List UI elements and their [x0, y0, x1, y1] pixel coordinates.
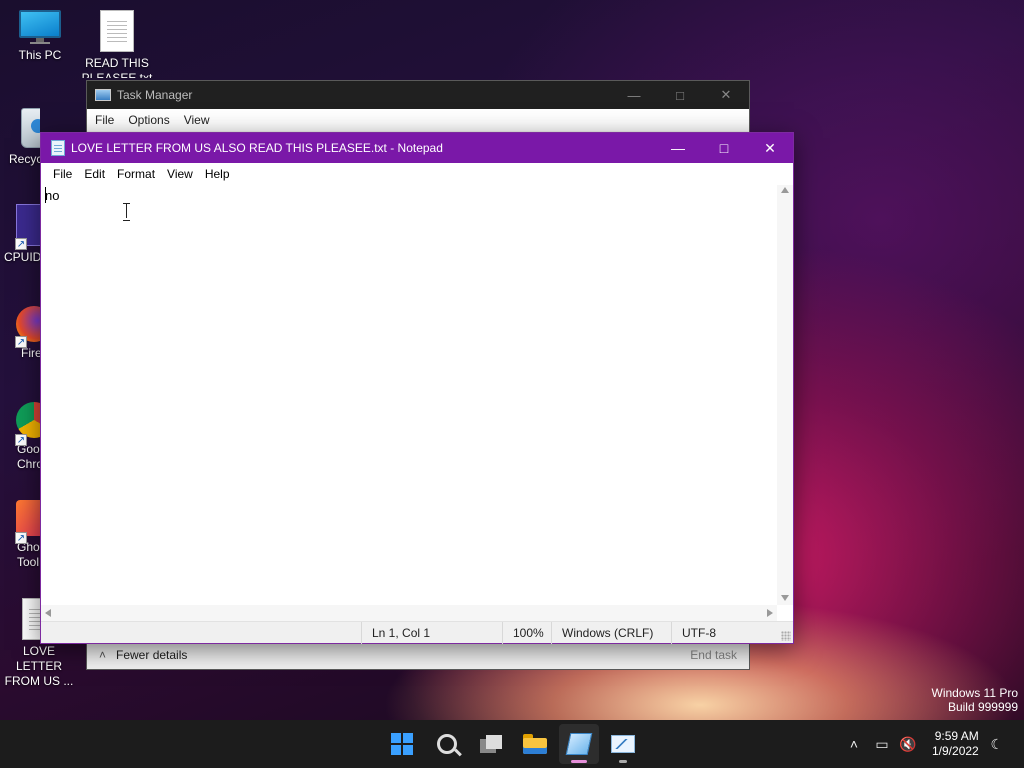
text-caret: [45, 187, 46, 203]
desktop-icon-label: READ THIS PLEASEE.txt: [81, 56, 153, 78]
status-zoom: 100%: [502, 621, 551, 644]
menu-format[interactable]: Format: [111, 167, 161, 181]
status-position: Ln 1, Col 1: [361, 621, 502, 644]
menu-options[interactable]: Options: [128, 113, 169, 127]
desktop-icon-firefox[interactable]: Fire: [0, 306, 40, 361]
notifications-moon-icon[interactable]: ☾: [987, 734, 1007, 754]
search-icon: [437, 734, 457, 754]
recycle-bin-icon: [21, 108, 40, 148]
notepad-menu-bar: File Edit Format View Help: [41, 163, 793, 185]
start-icon: [391, 733, 413, 755]
task-manager-title: Task Manager: [117, 88, 193, 102]
network-icon[interactable]: ▭: [872, 734, 892, 754]
horizontal-scrollbar[interactable]: [41, 605, 777, 621]
notepad-icon: [565, 733, 593, 755]
windows-watermark: Windows 11 Pro Build 999999: [932, 686, 1018, 714]
task-manager-icon: [611, 735, 635, 753]
task-manager-menu-bar: File Options View: [87, 109, 749, 131]
desktop-icon-label: CPUID: [4, 250, 40, 264]
notepad-icon: [51, 140, 65, 156]
menu-file[interactable]: File: [95, 113, 114, 127]
search-button[interactable]: [427, 724, 467, 764]
desktop-icon-this-pc[interactable]: This PC: [0, 10, 80, 63]
watermark-build: Build 999999: [947, 700, 1018, 714]
scroll-up-arrow-icon[interactable]: [781, 187, 789, 193]
scroll-down-arrow-icon[interactable]: [781, 595, 789, 601]
maximize-button[interactable]: □: [657, 81, 703, 109]
desktop-icon-recycle-bin[interactable]: Recyc: [0, 108, 40, 167]
clock[interactable]: 9:59 AM 1/9/2022: [932, 729, 979, 759]
menu-help[interactable]: Help: [199, 167, 236, 181]
active-indicator: [571, 760, 587, 763]
task-manager-title-bar[interactable]: Task Manager — □ ✕: [87, 81, 749, 109]
minimize-button[interactable]: —: [655, 133, 701, 163]
watermark-edition: Windows 11 Pro: [931, 686, 1018, 700]
end-task-button[interactable]: End task: [690, 648, 737, 662]
status-line-ending: Windows (CRLF): [551, 621, 671, 644]
chevron-up-icon[interactable]: ˄: [844, 734, 864, 754]
text-editor-area[interactable]: no: [41, 185, 777, 605]
menu-view[interactable]: View: [184, 113, 210, 127]
menu-file[interactable]: File: [47, 167, 78, 181]
taskbar: ˄ ▭ 🔇 9:59 AM 1/9/2022 ☾: [0, 720, 1024, 768]
scroll-right-arrow-icon[interactable]: [767, 609, 773, 617]
clock-time: 9:59 AM: [934, 729, 979, 743]
shortcut-arrow-icon: ↗: [15, 238, 27, 250]
editor-content: no: [45, 188, 60, 203]
file-explorer-button[interactable]: [515, 724, 555, 764]
status-bar: Ln 1, Col 1 100% Windows (CRLF) UTF-8: [41, 621, 793, 644]
running-indicator: [619, 760, 627, 763]
text-file-icon: [100, 10, 134, 52]
file-explorer-icon: [523, 734, 547, 754]
desktop-icon-cpuid[interactable]: CPUID: [0, 204, 40, 265]
notepad-window[interactable]: LOVE LETTER FROM US ALSO READ THIS PLEAS…: [40, 132, 794, 644]
volume-muted-icon[interactable]: 🔇: [898, 734, 918, 754]
chevron-up-icon[interactable]: ˄: [99, 648, 106, 662]
status-encoding: UTF-8: [671, 621, 781, 644]
chrome-icon: [16, 402, 40, 438]
desktop-icon-label: This PC: [18, 48, 62, 62]
ibeam-cursor-icon: [123, 203, 131, 221]
task-view-button[interactable]: [471, 724, 511, 764]
close-button[interactable]: ✕: [703, 81, 749, 109]
ghost-toolbox-icon: [16, 500, 40, 536]
fewer-details-link[interactable]: Fewer details: [116, 648, 187, 662]
monitor-icon: [19, 10, 61, 44]
menu-edit[interactable]: Edit: [78, 167, 111, 181]
shortcut-arrow-icon: ↗: [15, 532, 27, 544]
notepad-title: LOVE LETTER FROM US ALSO READ THIS PLEAS…: [71, 141, 443, 155]
shortcut-arrow-icon: ↗: [15, 336, 27, 348]
maximize-button[interactable]: □: [701, 133, 747, 163]
scroll-left-arrow-icon[interactable]: [45, 609, 51, 617]
start-button[interactable]: [382, 724, 422, 764]
menu-view[interactable]: View: [161, 167, 199, 181]
task-manager-footer: ˄ Fewer details End task: [87, 641, 749, 669]
vertical-scrollbar[interactable]: [777, 185, 793, 605]
clock-date: 1/9/2022: [932, 744, 979, 758]
task-manager-icon: [95, 89, 111, 101]
desktop-icon-label: LOVE LETTER FROM US ...: [4, 644, 74, 688]
minimize-button[interactable]: —: [611, 81, 657, 109]
task-manager-taskbar-button[interactable]: [603, 724, 643, 764]
desktop-icon-read-this[interactable]: READ THIS PLEASEE.txt: [77, 10, 157, 78]
resize-grip-icon[interactable]: [781, 631, 791, 641]
close-button[interactable]: ✕: [747, 133, 793, 163]
notepad-title-bar[interactable]: LOVE LETTER FROM US ALSO READ THIS PLEAS…: [41, 133, 793, 163]
notepad-taskbar-button[interactable]: [559, 724, 599, 764]
task-view-icon: [480, 735, 502, 753]
shortcut-arrow-icon: ↗: [15, 434, 27, 446]
system-tray: ˄ ▭ 🔇 9:59 AM 1/9/2022 ☾: [844, 720, 1007, 768]
desktop-icon-label: Recyc: [9, 152, 40, 166]
